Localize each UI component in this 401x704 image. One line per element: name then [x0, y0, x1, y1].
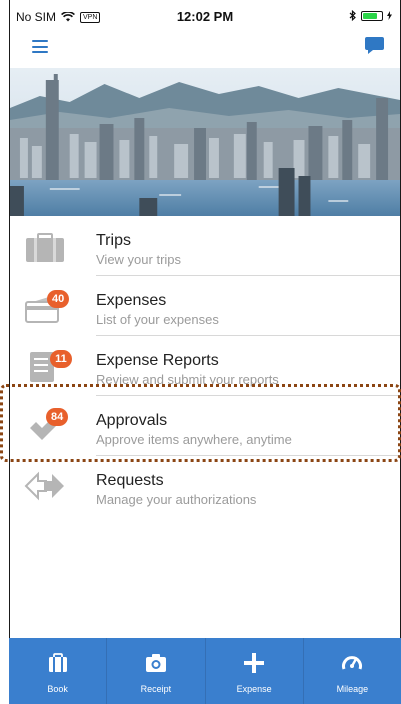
plus-icon — [244, 653, 265, 673]
tab-book[interactable]: Book — [9, 638, 108, 704]
menu-item-title: Requests — [96, 472, 164, 489]
bottom-tab-bar: Book Receipt Expense Mileage — [9, 638, 401, 704]
nav-bar — [10, 32, 400, 66]
menu-item-title: Expenses — [96, 292, 167, 309]
arrows-icon — [24, 471, 64, 501]
menu-item-title: Approvals — [96, 412, 168, 429]
tab-label: Expense — [236, 684, 272, 694]
menu-item-expenses[interactable]: 40 Expenses List of your expenses — [10, 276, 400, 336]
menu-item-title: Trips — [96, 232, 131, 249]
app-frame: No SIM VPN 12:02 PM Trips View your trip… — [9, 0, 401, 704]
status-bar: No SIM VPN 12:02 PM — [10, 0, 400, 32]
menu-item-trips[interactable]: Trips View your trips — [10, 216, 400, 276]
main-menu-list: Trips View your trips 40 Expenses List o… — [10, 216, 400, 516]
menu-item-title: Expense Reports — [96, 352, 219, 369]
chat-bubble-icon[interactable] — [365, 37, 384, 54]
expense-reports-count-badge: 11 — [50, 350, 72, 368]
briefcase-icon — [48, 653, 67, 672]
approvals-count-badge: 84 — [46, 408, 69, 426]
bluetooth-icon — [349, 10, 356, 21]
tab-mileage[interactable]: Mileage — [304, 638, 401, 704]
status-right — [349, 10, 392, 21]
tab-label: Book — [47, 684, 68, 694]
tab-label: Mileage — [336, 684, 369, 694]
tab-label: Receipt — [140, 684, 172, 694]
city-skyline-banner — [10, 68, 400, 216]
expenses-count-badge: 40 — [47, 290, 70, 308]
tab-expense[interactable]: Expense — [206, 638, 304, 704]
briefcase-icon — [26, 233, 64, 262]
status-time: 12:02 PM — [176, 9, 234, 24]
menu-item-subtitle: Approve items anywhere, anytime — [96, 432, 292, 447]
menu-item-approvals[interactable]: 84 Approvals Approve items anywhere, any… — [10, 396, 400, 456]
tab-receipt[interactable]: Receipt — [107, 638, 206, 704]
battery-icon — [361, 10, 383, 21]
menu-item-requests[interactable]: Requests Manage your authorizations — [10, 456, 400, 516]
hamburger-menu-icon[interactable] — [32, 40, 48, 53]
menu-item-expense-reports[interactable]: 11 Expense Reports Review and submit you… — [10, 336, 400, 396]
menu-item-subtitle: Review and submit your reports — [96, 372, 279, 387]
charging-icon — [387, 11, 392, 20]
camera-icon — [145, 654, 166, 672]
menu-item-subtitle: Manage your authorizations — [96, 492, 257, 507]
menu-item-subtitle: View your trips — [96, 252, 182, 267]
speedometer-icon — [342, 656, 363, 670]
menu-item-subtitle: List of your expenses — [96, 312, 219, 327]
